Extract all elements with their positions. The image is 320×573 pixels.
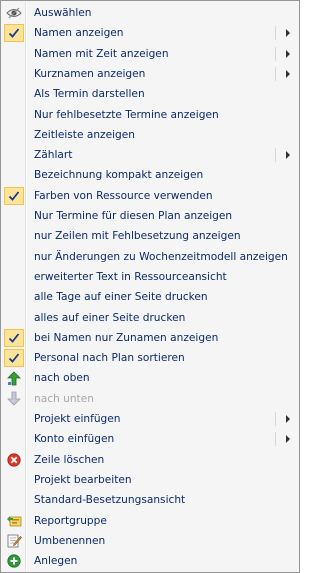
- submenu-arrow-icon[interactable]: [286, 435, 290, 444]
- check-icon: [4, 349, 24, 368]
- menu-item-label: Standard-Besetzungsansicht: [34, 494, 186, 507]
- submenu-arrow-icon[interactable]: [286, 69, 290, 78]
- menu-item-bei-namen-nur-zunamen-anzeigen[interactable]: bei Namen nur Zunamen anzeigen: [2, 328, 299, 348]
- menu-item-label: Projekt bearbeiten: [34, 473, 132, 486]
- icon-slot: [4, 268, 24, 286]
- menu-item-label: alle Tage auf einer Seite drucken: [34, 291, 208, 304]
- eye-icon: [4, 4, 24, 22]
- icon-slot: [4, 248, 24, 266]
- menu-item-namen-mit-zeit-anzeigen[interactable]: Namen mit Zeit anzeigen: [2, 44, 299, 64]
- icon-slot: [4, 491, 24, 509]
- add-icon: [4, 552, 24, 570]
- menu-item-label: Nur fehlbesetzte Termine anzeigen: [34, 108, 219, 121]
- menu-item-label: Konto einfügen: [34, 433, 115, 446]
- menu-item-label: Namen mit Zeit anzeigen: [34, 47, 169, 60]
- icon-slot: [4, 146, 24, 164]
- icon-slot: [4, 227, 24, 245]
- menu-item-label: Anlegen: [34, 555, 78, 568]
- menu-item-nur-aenderungen-zu-wochenzeitmodell-anzeigen[interactable]: nur Änderungen zu Wochenzeitmodell anzei…: [2, 247, 299, 267]
- icon-slot: [4, 207, 24, 225]
- submenu-separator: [275, 66, 276, 81]
- check-icon: [4, 186, 24, 205]
- menu-item-label: bei Namen nur Zunamen anzeigen: [34, 331, 219, 344]
- menu-item-label: Farben von Ressource verwenden: [34, 189, 213, 202]
- menu-item-alle-tage-auf-einer-seite-drucken[interactable]: alle Tage auf einer Seite drucken: [2, 287, 299, 307]
- menu-item-label: nach unten: [34, 392, 94, 405]
- check-icon: [4, 328, 24, 347]
- menu-item-label: nur Änderungen zu Wochenzeitmodell anzei…: [34, 250, 288, 263]
- menu-item-farben-von-ressource-verwenden[interactable]: Farben von Ressource verwenden: [2, 186, 299, 206]
- arrow-up-icon: [4, 369, 24, 387]
- menu-item-label: Zeile löschen: [34, 453, 105, 466]
- icon-slot: [4, 126, 24, 144]
- icon-slot: [4, 471, 24, 489]
- menu-item-alles-auf-einer-seite-drucken[interactable]: alles auf einer Seite drucken: [2, 308, 299, 328]
- menu-item-auswaehlen[interactable]: Auswählen: [2, 3, 299, 23]
- submenu-separator: [275, 46, 276, 61]
- menu-item-label: Umbenennen: [34, 534, 106, 547]
- menu-item-label: nur Zeilen mit Fehlbesetzung anzeigen: [34, 230, 241, 243]
- menu-item-erweiterter-text-in-ressourceansicht[interactable]: erweiterter Text in Ressourceansicht: [2, 267, 299, 287]
- menu-item-label: Zeitleiste anzeigen: [34, 128, 136, 141]
- menu-item-reportgruppe[interactable]: Reportgruppe: [2, 511, 299, 531]
- menu-item-personal-nach-plan-sortieren[interactable]: Personal nach Plan sortieren: [2, 348, 299, 368]
- menu-item-label: Personal nach Plan sortieren: [34, 352, 185, 365]
- icon-slot: [4, 410, 24, 428]
- icon-slot: [4, 288, 24, 306]
- submenu-arrow-icon[interactable]: [286, 151, 290, 160]
- menu-item-konto-einfuegen[interactable]: Konto einfügen: [2, 429, 299, 449]
- menu-item-zeile-loeschen[interactable]: Zeile löschen: [2, 450, 299, 470]
- icon-slot: [4, 430, 24, 448]
- menu-item-label: Namen anzeigen: [34, 27, 124, 40]
- menu-item-label: Zählart: [34, 149, 73, 162]
- menu-item-label: Auswählen: [34, 7, 92, 19]
- menu-item-label: erweiterter Text in Ressourceansicht: [34, 270, 227, 283]
- menu-item-bezeichnung-kompakt-anzeigen[interactable]: Bezeichnung kompakt anzeigen: [2, 165, 299, 185]
- icon-slot: [4, 106, 24, 124]
- icon-slot: [4, 166, 24, 184]
- menu-item-nur-termine-fuer-diesen-plan-anzeigen[interactable]: Nur Termine für diesen Plan anzeigen: [2, 206, 299, 226]
- menu-item-namen-anzeigen[interactable]: Namen anzeigen: [2, 23, 299, 43]
- menu-item-nach-oben[interactable]: nach oben: [2, 368, 299, 388]
- menu-item-label: Bezeichnung kompakt anzeigen: [34, 169, 204, 182]
- menu-item-zaehlart[interactable]: Zählart: [2, 145, 299, 165]
- submenu-separator: [275, 412, 276, 426]
- rename-icon: [4, 532, 24, 550]
- menu-item-kurznamen-anzeigen[interactable]: Kurznamen anzeigen: [2, 64, 299, 84]
- submenu-separator: [275, 148, 276, 163]
- menu-item-standard-besetzungsansicht[interactable]: Standard-Besetzungsansicht: [2, 490, 299, 510]
- submenu-separator: [275, 432, 276, 447]
- icon-slot: [4, 65, 24, 83]
- menu-item-projekt-einfuegen[interactable]: Projekt einfügen: [2, 409, 299, 429]
- delete-icon: [4, 451, 24, 469]
- menu-item-label: Kurznamen anzeigen: [34, 67, 146, 80]
- menu-item-label: alles auf einer Seite drucken: [34, 311, 186, 324]
- menu-item-label: Als Termin darstellen: [34, 88, 145, 101]
- check-icon: [4, 24, 24, 43]
- context-menu: Auswählen Namen anzeigen Namen mit Zeit an…: [0, 0, 300, 573]
- arrow-down-icon: [4, 390, 24, 408]
- menu-item-als-termin-darstellen[interactable]: Als Termin darstellen: [2, 84, 299, 104]
- menu-item-label: Projekt einfügen: [34, 413, 121, 425]
- menu-item-label: Reportgruppe: [34, 514, 107, 527]
- submenu-arrow-icon[interactable]: [286, 29, 290, 38]
- menu-item-umbenennen[interactable]: Umbenennen: [2, 531, 299, 551]
- icon-slot: [4, 309, 24, 327]
- menu-item-zeitleiste-anzeigen[interactable]: Zeitleiste anzeigen: [2, 125, 299, 145]
- submenu-separator: [275, 26, 276, 41]
- report-group-icon: [4, 512, 24, 530]
- submenu-arrow-icon[interactable]: [286, 49, 290, 58]
- submenu-arrow-icon[interactable]: [286, 415, 290, 423]
- menu-item-label: nach oben: [34, 372, 90, 385]
- menu-item-projekt-bearbeiten[interactable]: Projekt bearbeiten: [2, 470, 299, 490]
- menu-item-nur-fehlbesetzte-termine-anzeigen[interactable]: Nur fehlbesetzte Termine anzeigen: [2, 105, 299, 125]
- icon-slot: [4, 45, 24, 63]
- menu-item-anlegen[interactable]: Anlegen: [2, 551, 299, 571]
- icon-slot: [4, 85, 24, 103]
- menu-item-label: Nur Termine für diesen Plan anzeigen: [34, 210, 233, 222]
- menu-item-nach-unten: nach unten: [2, 389, 299, 409]
- menu-item-nur-zeilen-mit-fehlbesetzung-anzeigen[interactable]: nur Zeilen mit Fehlbesetzung anzeigen: [2, 226, 299, 246]
